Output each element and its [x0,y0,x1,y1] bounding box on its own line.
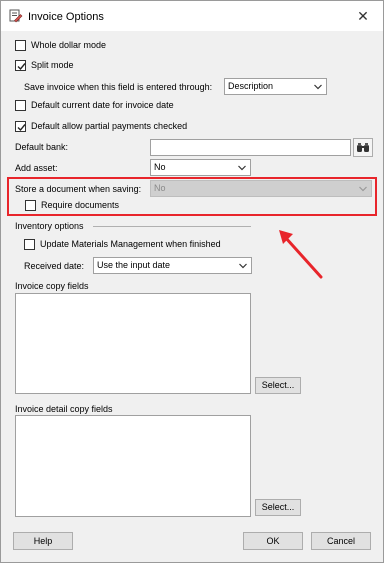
invoice-detail-select-button[interactable]: Select... [255,499,301,516]
inventory-options-label: Inventory options [15,221,84,231]
default-bank-label: Default bank: [15,142,69,152]
checkmark-icon [17,124,26,132]
bank-lookup-button[interactable] [353,138,373,157]
title-bar: Invoice Options ✕ [1,1,383,31]
add-asset-dropdown[interactable]: No [150,159,251,176]
annotation-arrow-icon [279,230,323,279]
invoice-copy-fields-label: Invoice copy fields [15,281,89,291]
invoice-detail-copy-fields-list[interactable] [15,415,251,517]
help-button[interactable]: Help [13,532,73,550]
received-date-dropdown[interactable]: Use the input date [93,257,252,274]
invoice-options-window: Invoice Options ✕ Whole dollar mode Spli… [0,0,384,563]
invoice-detail-copy-fields-label: Invoice detail copy fields [15,404,113,414]
default-current-date-label: Default current date for invoice date [31,100,174,110]
window-title: Invoice Options [28,11,104,23]
binoculars-icon [357,143,369,152]
received-date-label: Received date: [24,261,85,271]
invoice-copy-select-button[interactable]: Select... [255,377,301,394]
default-partial-payments-label: Default allow partial payments checked [31,121,188,131]
cancel-button[interactable]: Cancel [311,532,371,550]
checkmark-icon [17,63,26,71]
invoice-copy-fields-list[interactable] [15,293,251,394]
close-button[interactable]: ✕ [351,6,375,26]
default-partial-payments-checkbox[interactable] [15,121,26,132]
default-current-date-checkbox[interactable] [15,100,26,111]
update-materials-checkbox[interactable] [24,239,35,250]
whole-dollar-mode-checkbox[interactable] [15,40,26,51]
chevron-down-icon [238,165,246,171]
annotation-highlight-box [7,177,377,216]
inventory-group-divider [93,226,251,227]
default-bank-input[interactable] [150,139,351,156]
app-icon [9,9,23,23]
chevron-down-icon [239,263,247,269]
save-invoice-value: Description [228,81,274,91]
split-mode-checkbox[interactable] [15,60,26,71]
update-materials-label: Update Materials Management when finishe… [40,239,221,249]
add-asset-value: No [154,162,166,172]
chevron-down-icon [314,84,322,90]
add-asset-label: Add asset: [15,163,58,173]
save-invoice-label: Save invoice when this field is entered … [24,82,213,92]
whole-dollar-mode-label: Whole dollar mode [31,40,107,50]
ok-button[interactable]: OK [243,532,303,550]
split-mode-label: Split mode [31,60,74,70]
received-date-value: Use the input date [97,260,171,270]
save-invoice-dropdown[interactable]: Description [224,78,327,95]
close-icon: ✕ [357,8,369,24]
